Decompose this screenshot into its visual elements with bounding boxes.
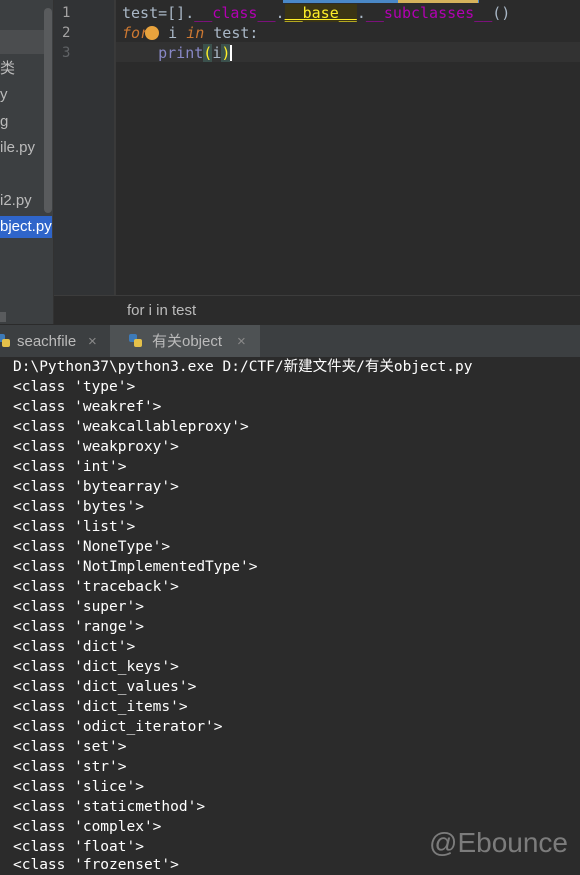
code-token: . <box>275 4 285 22</box>
console-output[interactable]: D:\Python37\python3.exe D:/CTF/新建文件夹/有关o… <box>0 357 580 873</box>
console-line: <class 'int'> <box>13 459 127 475</box>
console-line: <class 'NotImplementedType'> <box>13 559 258 575</box>
close-icon[interactable]: × <box>237 325 246 358</box>
run-tab-label: 有关object <box>152 333 223 350</box>
console-line: <class 'dict_items'> <box>13 699 188 715</box>
console-line: <class 'traceback'> <box>13 579 179 595</box>
console-line: <class 'set'> <box>13 739 127 755</box>
console-line: <class 'super'> <box>13 599 144 615</box>
sidebar-scroll-marker <box>0 312 6 322</box>
code-token-builtin: print <box>158 44 204 62</box>
line-number: 3 <box>62 45 71 61</box>
console-line: <class 'list'> <box>13 519 136 535</box>
project-tree-item-selected[interactable]: bject.py <box>0 216 52 238</box>
project-tree-item-label: 类 <box>0 60 16 77</box>
code-token: i <box>159 24 187 42</box>
project-tree-item-label: i2.py <box>0 192 32 209</box>
console-line: <class 'staticmethod'> <box>13 799 206 815</box>
run-tab-seachfile[interactable]: seachfile × <box>0 325 110 358</box>
indent-guide <box>115 0 116 295</box>
code-line-3[interactable]: print(i) <box>122 43 233 63</box>
code-token-dunder: __class__ <box>194 4 276 22</box>
console-line: <class 'weakcallableproxy'> <box>13 419 249 435</box>
text-cursor <box>230 45 233 61</box>
console-line: <class 'range'> <box>13 619 144 635</box>
code-token: i <box>212 44 222 62</box>
code-editor[interactable]: test=[].__class__.__base__.__subclasses_… <box>115 0 580 295</box>
editor-gutter: 1 2 3 <box>54 0 115 295</box>
line-number: 1 <box>62 5 71 21</box>
run-tab-label: seachfile <box>17 333 77 350</box>
watermark: @Ebounce <box>429 827 568 858</box>
python-file-icon <box>129 334 142 347</box>
project-tree-item-label: ile.py <box>0 139 36 156</box>
console-line: <class 'slice'> <box>13 779 144 795</box>
code-token-keyword: in <box>186 24 205 42</box>
project-tree-item-label: y <box>0 86 8 103</box>
code-token-highlighted: __base__ <box>284 4 357 22</box>
console-line: <class 'complex'> <box>13 819 162 835</box>
console-line: <class 'type'> <box>13 379 136 395</box>
sidebar-scrollbar[interactable] <box>44 8 52 213</box>
code-token: () <box>492 4 511 22</box>
console-line: <class 'NoneType'> <box>13 539 171 555</box>
console-line: <class 'frozenset'> <box>13 857 179 873</box>
code-token: test=[]. <box>122 4 195 22</box>
intention-bulb-icon[interactable] <box>145 26 160 40</box>
console-line: <class 'weakref'> <box>13 399 162 415</box>
console-line: <class 'dict_keys'> <box>13 659 179 675</box>
code-token: . <box>356 4 366 22</box>
project-tree-item-label: bject.py <box>0 218 52 235</box>
console-line: <class 'dict_values'> <box>13 679 197 695</box>
code-token-paren: ( <box>203 44 213 62</box>
python-file-icon <box>0 334 10 347</box>
project-sidebar: 类 y g ile.py i2.py bject.py <box>0 0 54 324</box>
code-token-dunder: __subclasses__ <box>365 4 493 22</box>
run-tabs-bar: seachfile × 有关object × <box>0 324 580 359</box>
code-line-2[interactable]: for i in test: <box>122 23 258 43</box>
console-command-line[interactable]: D:\Python37\python3.exe D:/CTF/新建文件夹/有关o… <box>13 357 472 377</box>
project-tree-item-label: g <box>0 113 9 130</box>
breadcrumb: for i in test <box>54 295 580 325</box>
run-tab-object[interactable]: 有关object × <box>110 325 260 358</box>
console-line: <class 'dict'> <box>13 639 136 655</box>
close-icon[interactable]: × <box>88 325 97 358</box>
console-line: <class 'bytearray'> <box>13 479 179 495</box>
breadcrumb-item[interactable]: for i in test <box>127 296 196 325</box>
line-number: 2 <box>62 25 71 41</box>
console-line: <class 'float'> <box>13 839 144 855</box>
code-line-1[interactable]: test=[].__class__.__base__.__subclasses_… <box>122 3 510 23</box>
console-line: <class 'str'> <box>13 759 127 775</box>
code-token: test: <box>204 24 259 42</box>
console-line: <class 'bytes'> <box>13 499 144 515</box>
console-line: <class 'odict_iterator'> <box>13 719 223 735</box>
console-line: <class 'weakproxy'> <box>13 439 179 455</box>
code-token-paren: ) <box>221 44 231 62</box>
